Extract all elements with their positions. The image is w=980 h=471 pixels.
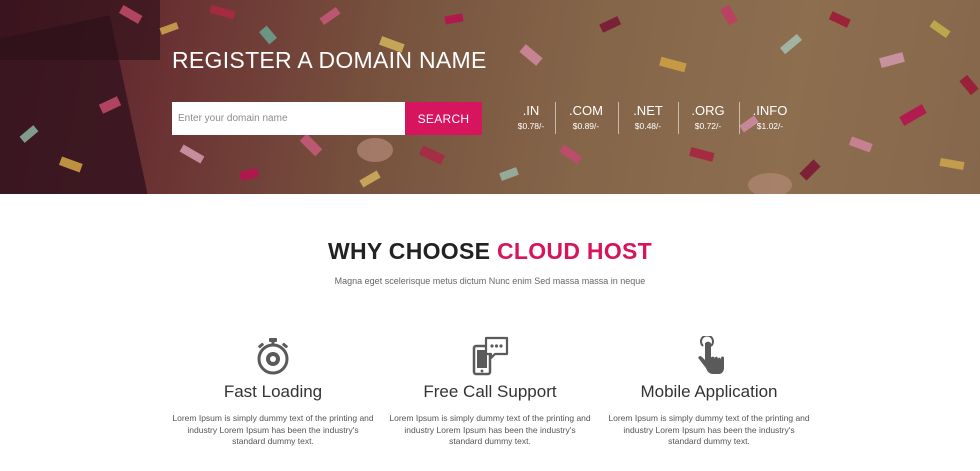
feature-description: Lorem Ipsum is simply dummy text of the …: [608, 413, 810, 446]
feature-title: Fast Loading: [223, 382, 323, 401]
tld-price: $1.02/-: [756, 121, 784, 131]
tld-price: $0.72/-: [694, 121, 722, 131]
tld-ext: .NET: [633, 103, 663, 118]
tld-org[interactable]: .ORG $0.72/-: [678, 103, 738, 132]
feature-title: Free Call Support: [423, 382, 557, 401]
section-title: WHY CHOOSE CLOUD HOST: [0, 238, 980, 265]
feature-fast-loading: Fast Loading Lorem Ipsum is simply dummy…: [163, 336, 383, 448]
hero-banner: REGISTER A DOMAIN NAME SEARCH .IN $0.78/…: [0, 0, 980, 194]
hero-title: REGISTER A DOMAIN NAME: [172, 47, 487, 73]
tld-in[interactable]: .IN $0.78/-: [501, 103, 561, 132]
tld-price: $0.89/-: [572, 121, 600, 131]
phone-chat-icon: [472, 336, 509, 376]
feature-description: Lorem Ipsum is simply dummy text of the …: [389, 413, 591, 446]
search-button[interactable]: SEARCH: [405, 102, 482, 135]
tld-ext: .COM: [569, 103, 603, 118]
tld-net[interactable]: .NET $0.48/-: [618, 103, 678, 132]
feature-description: Lorem Ipsum is simply dummy text of the …: [172, 413, 374, 446]
tld-price: $0.78/-: [517, 121, 545, 131]
tld-price: $0.48/-: [634, 121, 662, 131]
touch-hand-icon: [698, 336, 724, 374]
tld-info[interactable]: .INFO $1.02/-: [740, 103, 800, 132]
feature-mobile-application: Mobile Application Lorem Ipsum is simply…: [599, 336, 819, 448]
section-title-accent: CLOUD HOST: [496, 238, 653, 264]
tld-ext: .IN: [522, 103, 540, 118]
feature-free-call-support: Free Call Support Lorem Ipsum is simply …: [380, 336, 600, 448]
stopwatch-icon: [257, 338, 289, 375]
feature-title: Mobile Application: [640, 382, 778, 401]
section-subtitle: Magna eget scelerisque metus dictum Nunc…: [334, 276, 646, 286]
hero-overlay: [0, 0, 980, 194]
section-title-plain: WHY CHOOSE: [327, 238, 497, 264]
domain-search-input[interactable]: [172, 102, 405, 135]
tld-com[interactable]: .COM $0.89/-: [556, 103, 616, 132]
tld-ext: .INFO: [752, 103, 788, 118]
tld-ext: .ORG: [691, 103, 725, 118]
